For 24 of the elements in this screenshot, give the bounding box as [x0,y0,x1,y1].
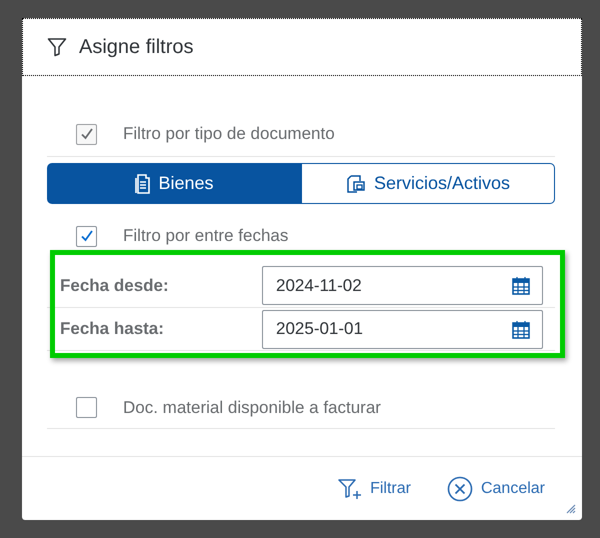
calendar-icon[interactable] [512,276,530,295]
filter-button[interactable]: Filtrar [338,476,411,500]
cancel-button[interactable]: Cancelar [446,476,545,502]
cancel-icon [446,476,473,502]
date-field[interactable]: 2025-01-01 [262,310,543,348]
segment-button[interactable]: Bienes [47,163,301,204]
field-label: Fecha hasta: [59,318,165,340]
copy-icon [346,174,366,194]
checkmark-icon [78,228,94,244]
field-label: Fecha desde: [59,274,170,297]
checkbox-label: Doc. material disponible a facturar [123,396,381,419]
resize-grip-icon [566,504,576,514]
filter-add-icon [338,478,362,500]
dialog-title: Asigne filtros [79,35,194,60]
calendar-icon[interactable] [512,320,530,338]
segment-button[interactable]: Servicios/Activos [301,163,555,204]
checkbox-label: Filtro por entre fechas [123,225,288,248]
checkbox-label: Filtro por tipo de documento [123,123,335,146]
document-icon [134,174,150,194]
checkmark-icon [78,126,94,142]
date-field[interactable]: 2024-11-02 [262,266,543,305]
filter-icon [47,37,67,57]
checkbox[interactable] [76,226,97,246]
checkbox[interactable] [76,397,97,418]
